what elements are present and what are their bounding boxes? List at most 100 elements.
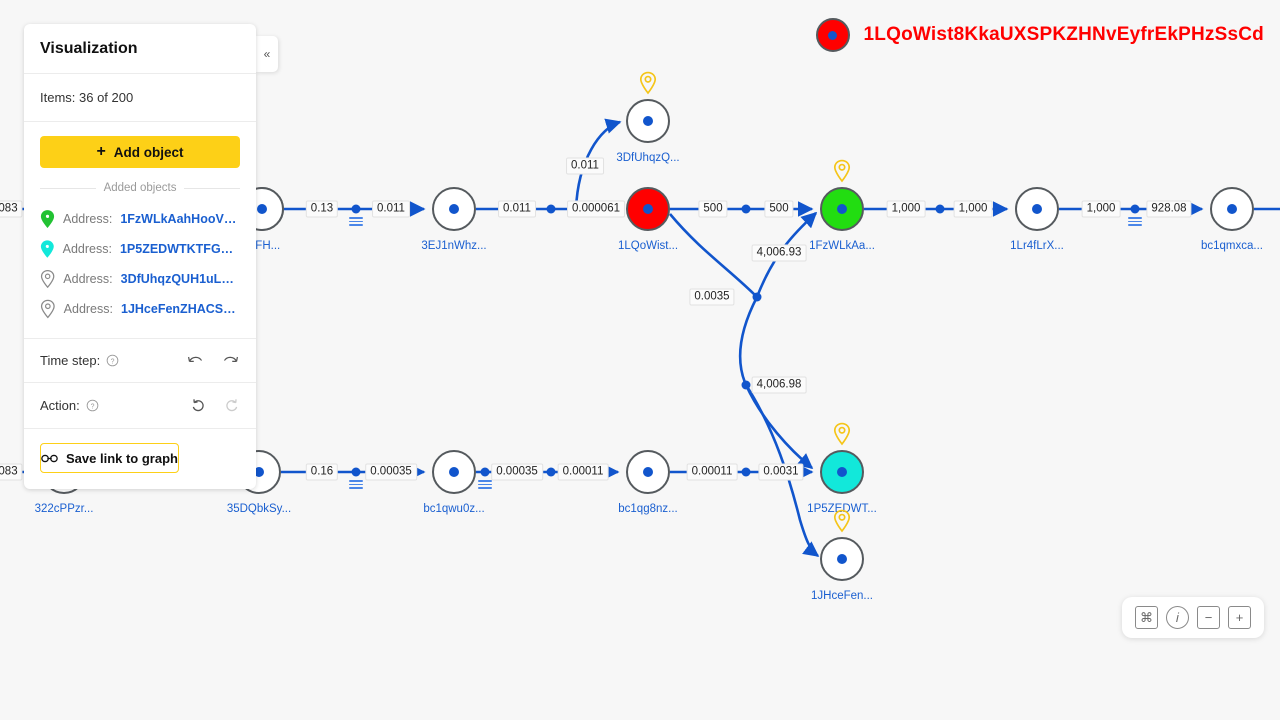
edge-label[interactable]: 0.00035 [491,463,543,481]
action-label: Action: ? [40,398,99,413]
pin-outline-yellow-icon[interactable] [833,159,851,183]
node-label[interactable]: 3EJ1nWhz... [421,240,486,252]
edge-midpoint-dot[interactable] [752,292,762,302]
edge-midpoint-dot[interactable] [741,204,751,214]
edge-label[interactable]: 0.00011 [686,463,738,481]
node-label[interactable]: bc1qg8nz... [618,503,677,515]
add-object-button[interactable]: + Add object [40,136,240,168]
node-core-icon [837,467,847,477]
edge-label[interactable]: 1,000 [886,200,926,218]
graph-node[interactable] [432,187,476,231]
node-core-icon [449,467,459,477]
edge-label[interactable]: 0.011 [372,200,410,218]
time-step-row: Time step: ? [24,339,256,383]
edge-label[interactable]: 0.16 [305,463,339,481]
graph-node[interactable] [626,450,670,494]
help-icon[interactable]: ? [106,354,119,367]
edge-label[interactable]: 0.00011 [557,463,609,481]
graph-node[interactable] [820,537,864,581]
edge-midpoint-dot[interactable] [935,204,945,214]
edge-midpoint-dot[interactable] [741,467,751,477]
selected-node-marker[interactable] [815,18,850,52]
edge-midpoint-dot[interactable] [741,380,751,390]
node-core-icon [1032,204,1042,214]
edge-label[interactable]: 928.08 [1146,200,1192,218]
graph-node[interactable] [820,187,864,231]
added-object-address[interactable]: 1JHceFenZHACSR... [121,302,240,316]
edge-label[interactable]: 1,000 [1081,200,1121,218]
objects-section: + Add object Added objects Address: 1FzWL… [24,122,256,339]
edge-label[interactable]: 083 [0,463,23,481]
svg-text:?: ? [90,403,94,410]
edge-midpoint-dot[interactable] [351,204,361,214]
undo-button[interactable] [190,397,207,414]
edge-label[interactable]: 0.00035 [365,463,417,481]
added-object-item[interactable]: Address: 1JHceFenZHACSR... [40,294,240,324]
graph-node[interactable] [1015,187,1059,231]
edge-label[interactable]: 083 [0,200,23,218]
added-object-item[interactable]: Address: 3DfUhqzQUH1uLxk... [40,264,240,294]
edge-label[interactable]: 0.000061 [567,200,625,218]
time-step-back-button[interactable] [186,353,205,368]
node-core-icon [837,554,847,564]
edge-midpoint-dot[interactable] [546,467,556,477]
node-label[interactable]: 3DfUhqzQ... [616,152,679,164]
node-core-icon [449,204,459,214]
added-object-item[interactable]: Address: 1P5ZEDWTKTFGxQj... [40,234,240,264]
edge-midpoint-dot[interactable] [546,204,556,214]
edge-label[interactable]: 0.0035 [689,288,735,306]
graph-node[interactable] [626,187,670,231]
redo-button[interactable] [223,397,240,414]
added-objects-divider: Added objects [40,182,240,194]
edge-label[interactable]: 0.011 [498,200,536,218]
graph-node[interactable] [820,450,864,494]
edge-midpoint-dot[interactable] [480,467,490,477]
edge-stack-icon[interactable] [1128,217,1142,228]
edge-label[interactable]: 4,006.93 [751,244,807,262]
edge-label[interactable]: 0.13 [305,200,339,218]
command-icon[interactable]: ⌘ [1135,606,1158,629]
save-link-to-graph-button[interactable]: Save link to graph [40,443,179,473]
action-row: Action: ? [24,383,256,429]
node-label[interactable]: 1LQoWist... [618,240,678,252]
edge-label[interactable]: 500 [698,200,728,218]
viewport-controls: ⌘ 𝑖 − + [1122,597,1264,638]
help-icon[interactable]: ? [86,399,99,412]
added-object-item[interactable]: Address: 1FzWLkAahHooV3k... [40,204,240,234]
edge-midpoint-dot[interactable] [1130,204,1140,214]
added-objects-list: Address: 1FzWLkAahHooV3k... Address: 1P5ZED… [40,204,240,324]
added-object-address[interactable]: 1P5ZEDWTKTFGxQj... [120,242,240,256]
pin-outline-yellow-icon[interactable] [639,71,657,95]
edge-label[interactable]: 1,000 [953,200,993,218]
edge-label[interactable]: 4,006.98 [751,376,807,394]
node-label[interactable]: 35DQbkSy... [227,503,291,515]
edge-label[interactable]: 0.011 [566,157,604,175]
zoom-out-icon[interactable]: − [1197,606,1220,629]
node-label[interactable]: 1JHceFen... [811,590,873,602]
pin-outline-yellow-icon[interactable] [833,422,851,446]
visualization-panel: Visualization Items: 36 of 200 + Add obj… [24,24,256,489]
info-icon[interactable]: 𝑖 [1166,606,1189,629]
node-label[interactable]: 1FzWLkAa... [809,240,875,252]
edge-stack-icon[interactable] [349,480,363,491]
time-step-text: Time step: [40,353,101,368]
collapse-panel-button[interactable]: « [256,36,278,72]
edge-stack-icon[interactable] [478,480,492,491]
graph-node[interactable] [1210,187,1254,231]
added-object-address[interactable]: 1FzWLkAahHooV3k... [120,212,240,226]
node-label[interactable]: bc1qwu0z... [423,503,484,515]
time-step-forward-button[interactable] [221,353,240,368]
node-label[interactable]: 1Lr4fLrX... [1010,240,1064,252]
edge-label[interactable]: 0.0031 [758,463,804,481]
add-object-label: Add object [113,144,184,160]
graph-node[interactable] [626,99,670,143]
node-label[interactable]: 322cPPzr... [35,503,94,515]
graph-node[interactable] [432,450,476,494]
node-label[interactable]: bc1qmxca... [1201,240,1263,252]
edge-label[interactable]: 500 [764,200,794,218]
edge-midpoint-dot[interactable] [351,467,361,477]
edge-stack-icon[interactable] [349,217,363,228]
added-object-address[interactable]: 3DfUhqzQUH1uLxk... [121,272,240,286]
pin-outline-yellow-icon[interactable] [833,509,851,533]
zoom-in-icon[interactable]: + [1228,606,1251,629]
